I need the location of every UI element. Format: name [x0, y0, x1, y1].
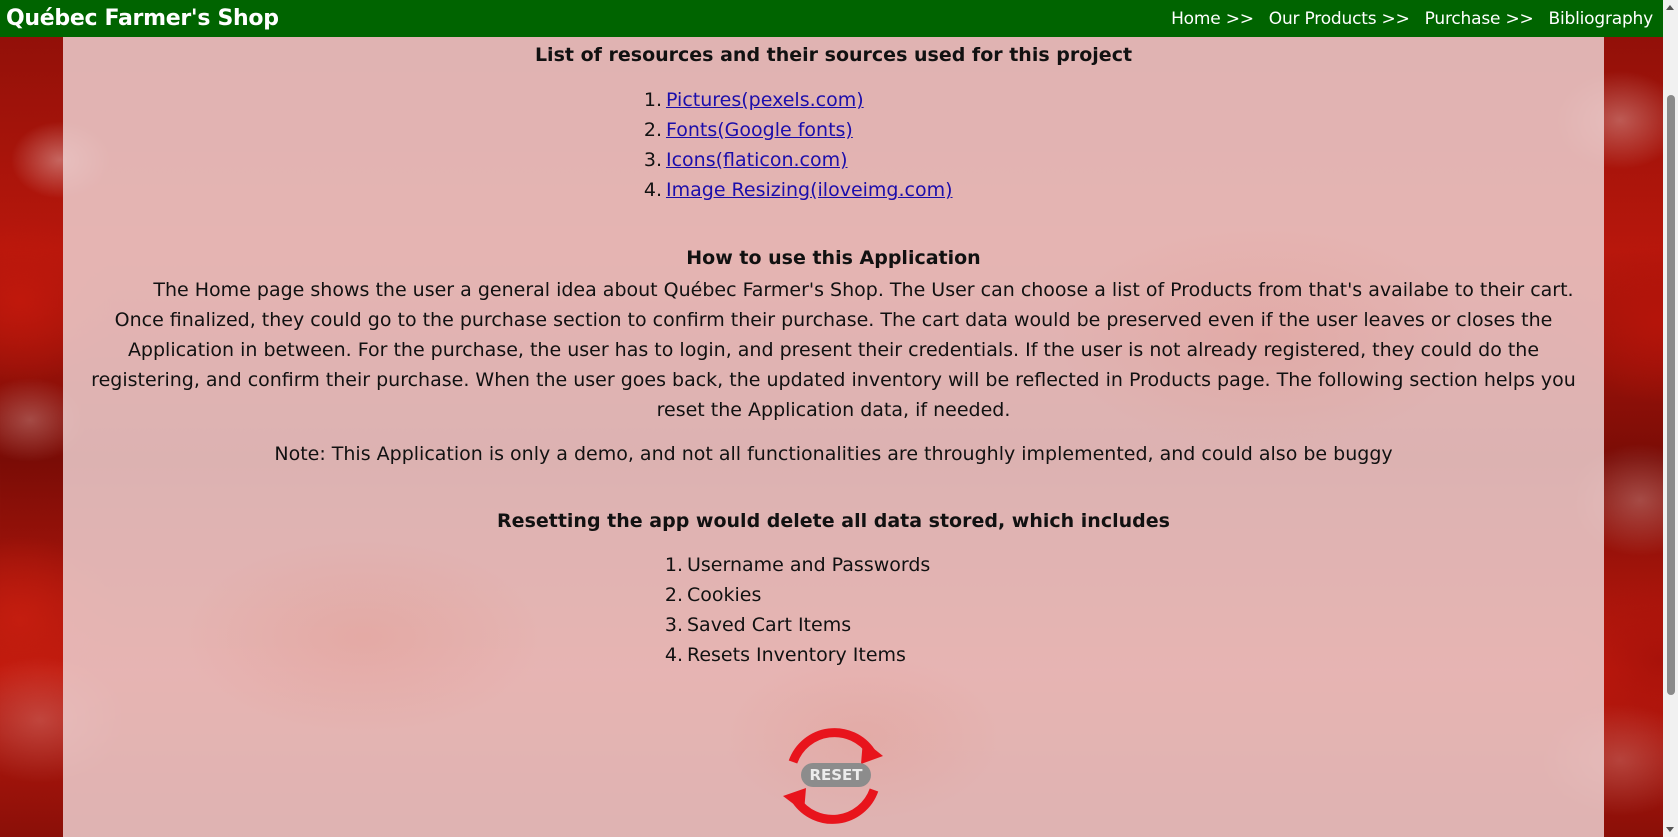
howto-text: The Home page shows the user a general i…: [91, 279, 1576, 421]
demo-note: Note: This Application is only a demo, a…: [274, 443, 1393, 465]
list-item: 1. Pictures(pexels.com): [643, 89, 864, 111]
reset-button[interactable]: RESET: [771, 712, 896, 837]
scrollbar-thumb[interactable]: [1667, 95, 1675, 695]
resources-list: 1. Pictures(pexels.com) 2. Fonts(Google fo…: [636, 85, 953, 205]
reset-items-list: 1. Username and Passwords 2. Cookies 3. Sav…: [657, 550, 930, 670]
nav-home-link[interactable]: Home >>: [1171, 9, 1254, 29]
list-item: 3. Saved Cart Items: [664, 614, 852, 636]
nav-bibliography-link[interactable]: Bibliography: [1549, 9, 1654, 29]
content-panel: List of resources and their sources used…: [63, 37, 1604, 837]
brand-title[interactable]: Québec Farmer's Shop: [6, 6, 279, 31]
list-item: 2. Fonts(Google fonts): [643, 119, 853, 141]
reset-heading: Resetting the app would delete all data …: [497, 510, 1170, 532]
top-navbar: Québec Farmer's Shop Home >> Our Product…: [0, 0, 1663, 37]
nav-products-link[interactable]: Our Products >>: [1269, 9, 1410, 29]
list-item: 3. Icons(flaticon.com): [643, 149, 848, 171]
resource-link-image-resizing[interactable]: Image Resizing(iloveimg.com): [666, 179, 953, 201]
page-scrollbar[interactable]: [1663, 0, 1678, 837]
scroll-down-icon[interactable]: [1666, 827, 1674, 832]
resource-link-icons[interactable]: Icons(flaticon.com): [666, 149, 848, 171]
resource-link-fonts[interactable]: Fonts(Google fonts): [666, 119, 853, 141]
reset-icon[interactable]: RESET: [771, 712, 896, 837]
nav-purchase-link[interactable]: Purchase >>: [1425, 9, 1534, 29]
howto-heading: How to use this Application: [686, 247, 981, 269]
resources-heading: List of resources and their sources used…: [534, 44, 1133, 66]
howto-paragraph: The Home page shows the user a general i…: [73, 275, 1594, 425]
list-item: 4. Resets Inventory Items: [664, 644, 906, 666]
list-item: 1. Username and Passwords: [664, 554, 931, 576]
main-nav: Home >> Our Products >> Purchase >> Bibl…: [1171, 9, 1653, 29]
resource-link-pictures[interactable]: Pictures(pexels.com): [666, 89, 864, 111]
svg-text:RESET: RESET: [809, 766, 863, 784]
list-item: 2. Cookies: [664, 584, 762, 606]
scroll-up-icon[interactable]: [1666, 5, 1674, 10]
list-item: 4. Image Resizing(iloveimg.com): [643, 179, 953, 201]
